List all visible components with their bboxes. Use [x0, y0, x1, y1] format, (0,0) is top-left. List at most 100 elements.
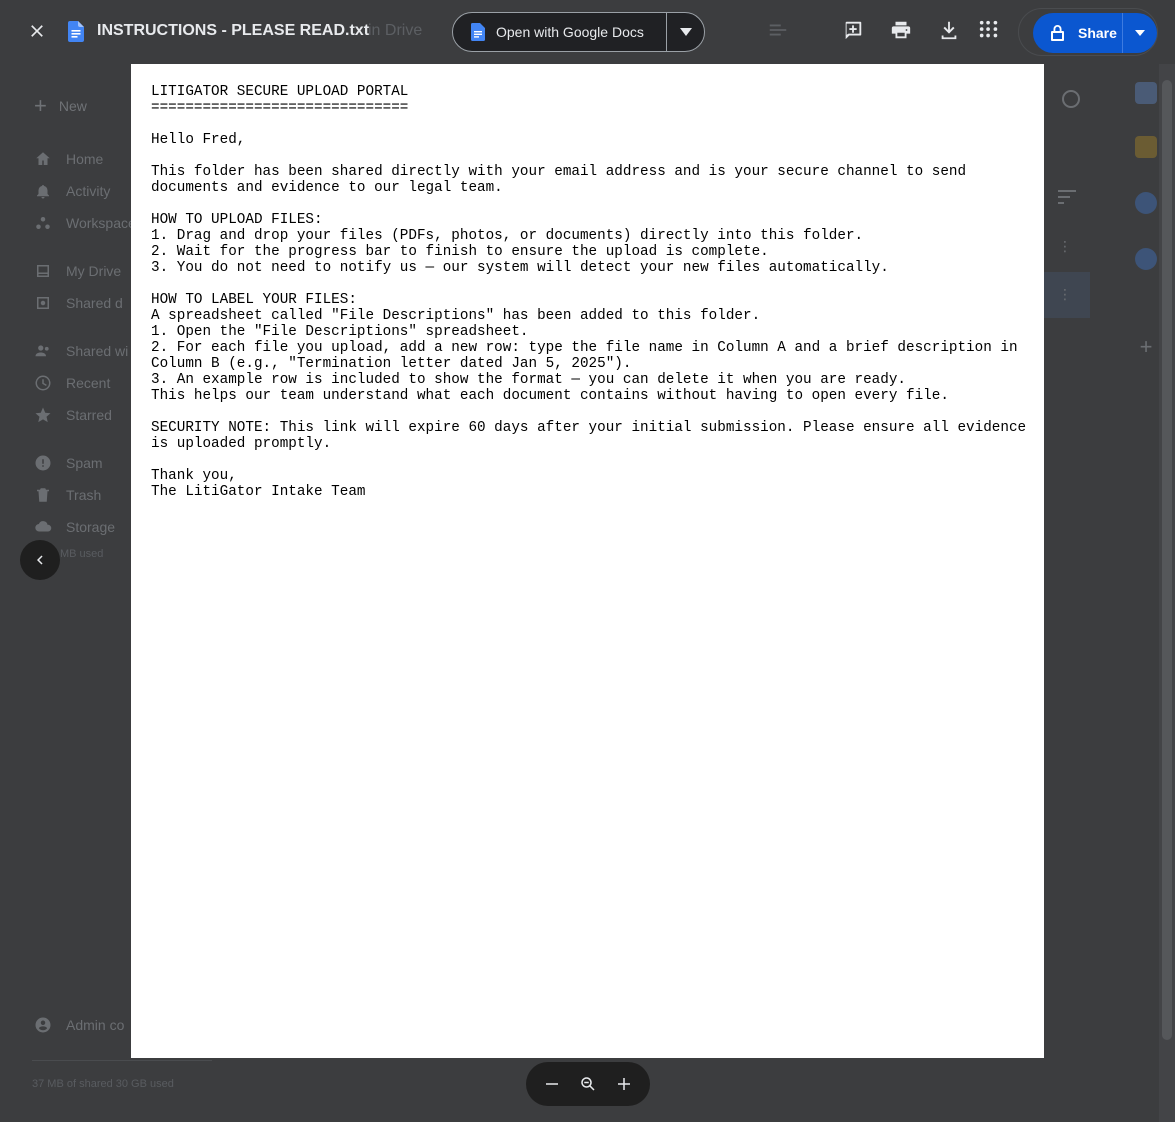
plus-icon: + [1139, 334, 1153, 359]
sidebar-item-label: Shared wi [66, 343, 129, 359]
admin-console-label: Admin co [66, 1017, 125, 1033]
open-with-google-docs-button[interactable]: Open with Google Docs [453, 13, 667, 51]
star-icon [34, 406, 52, 424]
sidebar-item-spam: Spam [34, 454, 103, 472]
add-comment-button[interactable] [841, 18, 865, 42]
sidebar-item-storage: Storage [34, 518, 115, 536]
sidebar-item-label: Starred [66, 407, 112, 423]
sidebar-divider [32, 1060, 212, 1061]
document-line: ============================== [151, 100, 409, 116]
sidebar-item-label: Trash [66, 487, 102, 503]
document-line: 2. Wait for the progress bar to finish t… [151, 244, 769, 260]
trash-icon [34, 486, 52, 504]
magnifier-icon [581, 1077, 595, 1091]
document-line: is uploaded promptly. [151, 436, 332, 452]
caret-down-icon [1135, 30, 1145, 36]
document-line: The LitiGator Intake Team [151, 484, 366, 500]
bell-icon [34, 182, 52, 200]
filter-icon [766, 18, 790, 42]
new-button-label: New [58, 98, 87, 114]
shared-drive-icon [34, 294, 52, 312]
close-viewer-button[interactable] [20, 14, 54, 48]
document-line: Column B (e.g., "Termination letter date… [151, 356, 632, 372]
document-line: 1. Drag and drop your files (PDFs, photo… [151, 228, 864, 244]
document-page: LITIGATOR SECURE UPLOAD PORTAL ==========… [131, 64, 1044, 1058]
sort-icon [1058, 190, 1076, 208]
zoom-reset-button[interactable] [572, 1068, 604, 1100]
chevron-left-icon [37, 555, 43, 565]
more-vert-icon: ⋮ [1058, 238, 1072, 254]
document-line: HOW TO LABEL YOUR FILES: [151, 292, 357, 308]
sidebar-item-my-drive: My Drive [34, 262, 121, 280]
spam-icon [34, 454, 52, 472]
add-comment-icon [845, 21, 862, 40]
zoom-controls [526, 1062, 650, 1106]
print-icon [891, 21, 911, 39]
document-line: 1. Open the "File Descriptions" spreadsh… [151, 324, 529, 340]
document-line: This folder has been shared directly wit… [151, 164, 967, 180]
collapse-sidebar-button[interactable] [20, 540, 60, 580]
clock-icon [34, 374, 52, 392]
storage-used-text: MB used [60, 548, 104, 560]
plus-icon [618, 1078, 630, 1090]
open-with-button-group: Open with Google Docs [452, 12, 705, 52]
tasks-icon [1135, 192, 1157, 214]
print-button[interactable] [889, 18, 913, 42]
info-icon [1062, 90, 1080, 108]
lock-icon [1051, 25, 1064, 41]
contacts-icon [1135, 248, 1157, 270]
sidebar-item-label: Shared d [66, 295, 123, 311]
minus-icon [546, 1083, 558, 1085]
people-icon [34, 342, 52, 360]
document-line: HOW TO UPLOAD FILES: [151, 212, 323, 228]
sidebar-item-shared-with-me: Shared wi [34, 342, 128, 360]
document-line: 2. For each file you upload, add a new r… [151, 340, 1018, 356]
more-vert-icon: ⋮ [1058, 286, 1072, 302]
home-icon [34, 150, 52, 168]
drive-icon [34, 262, 52, 280]
viewer-toolbar: INSTRUCTIONS - PLEASE READ.txt Open with… [0, 0, 1175, 64]
docs-file-icon [68, 21, 84, 42]
sidebar-item-label: Activity [66, 183, 111, 199]
download-button[interactable] [937, 18, 961, 42]
admin-icon [35, 1017, 51, 1033]
share-button[interactable]: Share [1033, 13, 1123, 53]
document-line: A spreadsheet called "File Descriptions"… [151, 308, 761, 324]
sidebar-item-label: Storage [66, 519, 116, 535]
sidebar-item-label: Spam [66, 455, 103, 471]
download-icon [941, 21, 957, 40]
plus-icon: + [34, 93, 47, 118]
keep-icon [1135, 136, 1157, 158]
sidebar-item-label: Home [66, 151, 104, 167]
document-line: 3. An example row is included to show th… [151, 372, 906, 388]
sidebar-item-starred: Starred [34, 406, 112, 424]
document-text: LITIGATOR SECURE UPLOAD PORTAL ==========… [151, 84, 1031, 500]
open-with-label: Open with Google Docs [496, 24, 644, 40]
apps-button[interactable] [977, 18, 1001, 42]
document-line: 3. You do not need to notify us — our sy… [151, 260, 889, 276]
sidebar-item-label: Workspace [66, 215, 136, 231]
caret-down-icon [679, 28, 692, 36]
scrollbar [1159, 64, 1175, 1122]
new-button: + New [20, 84, 112, 128]
close-icon [31, 25, 43, 37]
calendar-icon [1135, 82, 1157, 104]
zoom-out-button[interactable] [536, 1068, 568, 1100]
document-line: Thank you, [151, 468, 237, 484]
sidebar-item-label: My Drive [66, 263, 122, 279]
admin-console-link: Admin co [34, 1016, 124, 1034]
open-with-dropdown[interactable] [667, 13, 704, 51]
share-button-group: Share [1033, 13, 1157, 53]
share-dropdown[interactable] [1123, 30, 1157, 36]
shared-storage-text: 37 MB of shared 30 GB used [32, 1078, 174, 1090]
cloud-icon [34, 518, 52, 536]
sidebar-item-trash: Trash [34, 486, 101, 504]
sidebar-item-activity: Activity [34, 182, 110, 200]
sidebar-item-recent: Recent [34, 374, 110, 392]
share-label: Share [1078, 25, 1117, 41]
zoom-in-button[interactable] [608, 1068, 640, 1100]
